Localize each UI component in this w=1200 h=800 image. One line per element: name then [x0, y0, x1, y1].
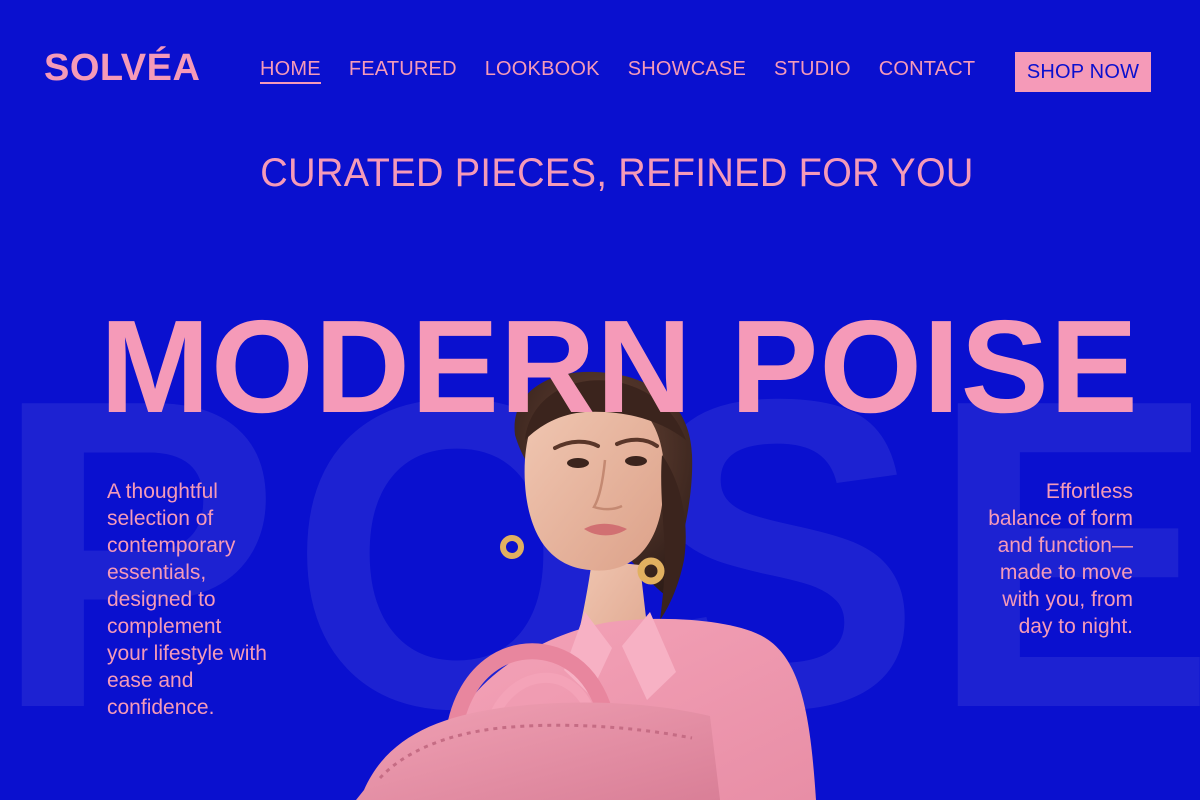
nav-item-featured[interactable]: FEATURED	[349, 59, 457, 84]
main-nav: HOME FEATURED LOOKBOOK SHOWCASE STUDIO C…	[260, 59, 975, 84]
site-header: SOLVÉA HOME FEATURED LOOKBOOK SHOWCASE S…	[0, 0, 1200, 140]
brand-logo[interactable]: SOLVÉA	[44, 49, 200, 87]
shop-now-button[interactable]: SHOP NOW	[1015, 52, 1151, 92]
page: P O S E SOLVÉA HOME FEATURED LOOKBOOK SH…	[0, 0, 1200, 800]
hero-title: MODERN POISE	[100, 293, 1139, 441]
right-paragraph: Effortless balance of form and function—…	[988, 480, 1133, 638]
nav-item-home[interactable]: HOME	[260, 59, 321, 84]
hero-subheading: CURATED PIECES, REFINED FOR YOU	[260, 151, 974, 195]
nav-item-studio[interactable]: STUDIO	[774, 59, 851, 84]
nav-item-lookbook[interactable]: LOOKBOOK	[485, 59, 600, 84]
nav-item-contact[interactable]: CONTACT	[879, 59, 976, 84]
left-paragraph: A thoughtful selection of contemporary e…	[107, 480, 267, 719]
nav-item-showcase[interactable]: SHOWCASE	[628, 59, 746, 84]
